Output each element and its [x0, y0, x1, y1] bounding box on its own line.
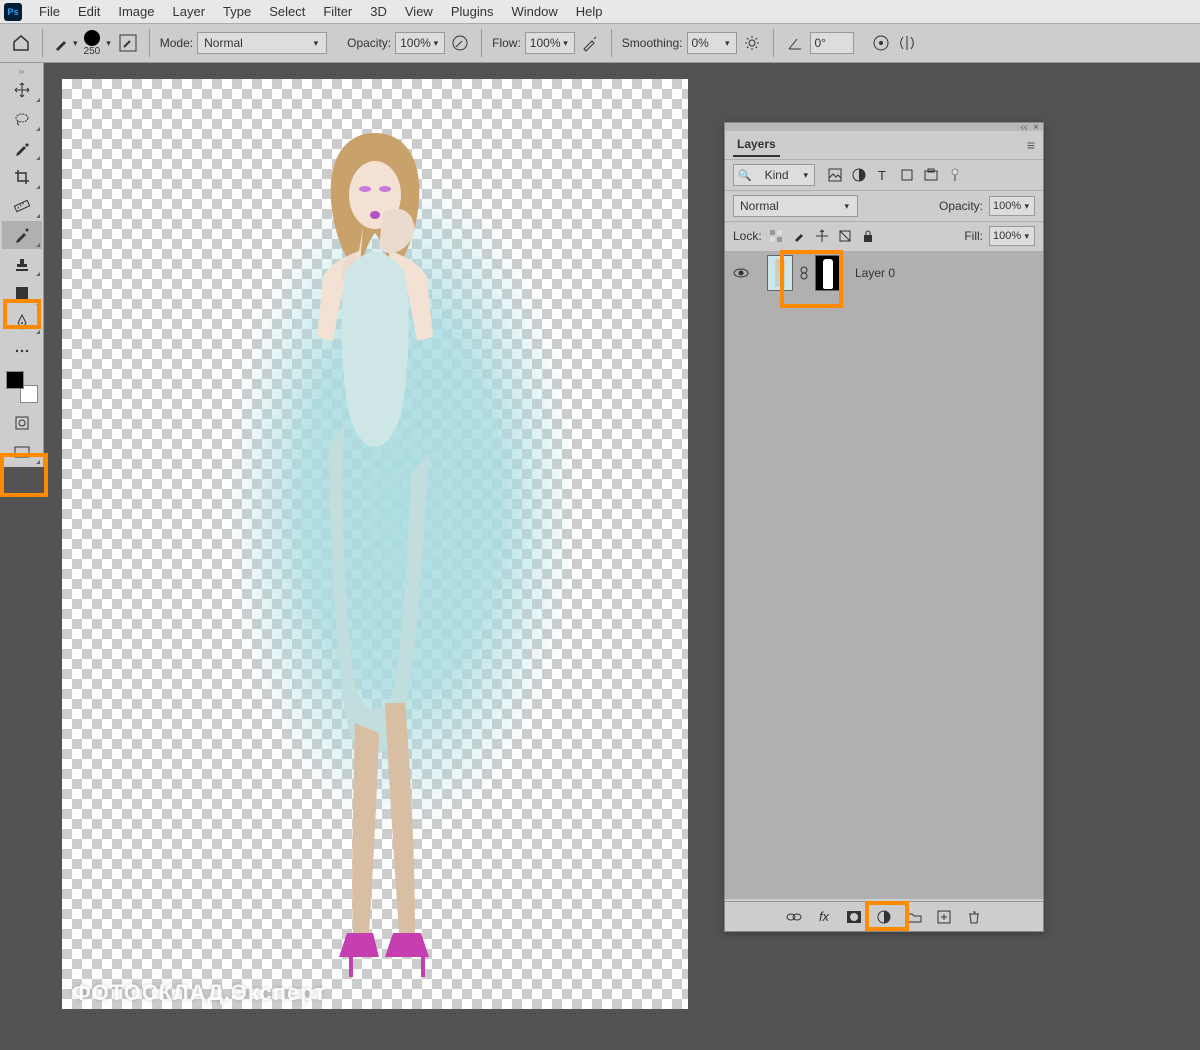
layer-opacity-input[interactable]: 100%▾ [989, 196, 1035, 216]
close-panel-button[interactable]: × [1033, 122, 1039, 133]
filter-adjustment-icon[interactable] [851, 167, 867, 183]
filter-toggle-icon[interactable] [947, 167, 963, 183]
document-canvas[interactable] [62, 79, 688, 1009]
layer-blend-mode-select[interactable]: Normal▾ [733, 195, 858, 217]
add-mask-button[interactable] [845, 908, 863, 926]
lasso-tool[interactable] [2, 105, 42, 133]
lock-all-icon[interactable] [860, 228, 876, 244]
opacity-input[interactable]: 100%▾ [395, 32, 445, 54]
foreground-color-swatch[interactable] [6, 371, 24, 389]
visibility-toggle[interactable] [733, 267, 749, 279]
menu-layer[interactable]: Layer [164, 4, 215, 19]
layer-list: Layer 0 [725, 251, 1043, 899]
brush-size-value: 250 [84, 46, 101, 57]
opacity-pressure-toggle[interactable] [449, 32, 471, 54]
brush-preset-picker[interactable]: ▾ 250 ▾ [53, 30, 113, 57]
layer-thumbnail[interactable] [767, 255, 793, 291]
brush-panel-toggle[interactable] [117, 32, 139, 54]
group-button[interactable] [905, 908, 923, 926]
layer-name[interactable]: Layer 0 [855, 266, 895, 280]
watermark-text: ФОТОСКЛАД.Эксперт [72, 980, 326, 1006]
menu-3d[interactable]: 3D [361, 4, 396, 19]
opacity-label: Opacity: [347, 36, 391, 50]
mode-label: Mode: [160, 36, 193, 50]
layers-tab[interactable]: Layers [733, 133, 780, 157]
brush-tip-icon [84, 30, 100, 46]
flow-label: Flow: [492, 36, 521, 50]
panel-menu-button[interactable]: ≡ [1027, 137, 1035, 153]
crop-tool[interactable] [2, 163, 42, 191]
layers-panel-footer: fx [725, 901, 1043, 931]
delete-layer-button[interactable] [965, 908, 983, 926]
flow-input[interactable]: 100%▾ [525, 32, 575, 54]
filter-smartobject-icon[interactable] [923, 167, 939, 183]
menu-view[interactable]: View [396, 4, 442, 19]
link-layers-button[interactable] [785, 908, 803, 926]
smoothing-label: Smoothing: [622, 36, 683, 50]
smoothing-input[interactable]: 0%▾ [687, 32, 737, 54]
ruler-tool[interactable] [2, 192, 42, 220]
color-swatches[interactable] [4, 369, 40, 405]
fill-label: Fill: [964, 229, 983, 243]
angle-icon [784, 32, 806, 54]
chevron-down-icon: ▾ [106, 38, 111, 49]
filter-type-icon[interactable]: T [875, 167, 891, 183]
layers-panel: ‹‹ × Layers ≡ 🔍Kind▾ T Normal▾ Opacity: … [724, 122, 1044, 932]
smoothing-options-button[interactable] [741, 32, 763, 54]
stamp-tool[interactable] [2, 250, 42, 278]
chevron-down-icon: ▾ [73, 38, 78, 49]
move-tool[interactable] [2, 76, 42, 104]
svg-text:T: T [878, 168, 886, 182]
pen-tool[interactable] [2, 308, 42, 336]
lock-transparency-icon[interactable] [768, 228, 784, 244]
collapse-toolbar-button[interactable]: ›› [0, 67, 43, 75]
lock-label: Lock: [733, 229, 762, 243]
filter-shape-icon[interactable] [899, 167, 915, 183]
home-button[interactable] [10, 32, 32, 54]
adjustment-layer-button[interactable] [875, 908, 893, 926]
airbrush-toggle[interactable] [579, 32, 601, 54]
figure-silhouette [235, 123, 515, 1003]
quickmask-toggle[interactable] [2, 409, 42, 437]
lock-pixels-icon[interactable] [791, 228, 807, 244]
menu-help[interactable]: Help [567, 4, 612, 19]
menu-filter[interactable]: Filter [314, 4, 361, 19]
tools-panel: ›› [0, 63, 44, 467]
blend-mode-select[interactable]: Normal▾ [197, 32, 327, 54]
collapse-panel-button[interactable]: ‹‹ [1020, 122, 1027, 133]
brush-angle-input[interactable]: 0° [810, 32, 854, 54]
eyedropper-tool[interactable] [2, 134, 42, 162]
layer-kind-filter[interactable]: 🔍Kind▾ [733, 164, 815, 186]
menu-file[interactable]: File [30, 4, 69, 19]
layer-fill-input[interactable]: 100%▾ [989, 226, 1035, 246]
menu-type[interactable]: Type [214, 4, 260, 19]
menu-select[interactable]: Select [260, 4, 314, 19]
more-tools[interactable] [2, 337, 42, 365]
new-layer-button[interactable] [935, 908, 953, 926]
menu-edit[interactable]: Edit [69, 4, 109, 19]
layer-row[interactable]: Layer 0 [725, 251, 1043, 295]
size-pressure-toggle[interactable] [870, 32, 892, 54]
filter-pixel-icon[interactable] [827, 167, 843, 183]
menu-window[interactable]: Window [502, 4, 566, 19]
screenmode-toggle[interactable] [2, 438, 42, 466]
app-icon: Ps [4, 3, 22, 21]
lock-position-icon[interactable] [814, 228, 830, 244]
brush-tool[interactable] [2, 221, 42, 249]
mask-link-icon[interactable] [799, 266, 809, 280]
gradient-tool[interactable] [2, 279, 42, 307]
menu-plugins[interactable]: Plugins [442, 4, 503, 19]
layer-mask-thumbnail[interactable] [815, 255, 841, 291]
options-bar: ▾ 250 ▾ Mode: Normal▾ Opacity: 100%▾ Flo… [0, 23, 1200, 63]
menu-image[interactable]: Image [109, 4, 163, 19]
main-menu-bar: Ps File Edit Image Layer Type Select Fil… [0, 0, 1200, 23]
layer-effects-button[interactable]: fx [815, 908, 833, 926]
lock-artboard-icon[interactable] [837, 228, 853, 244]
layer-opacity-label: Opacity: [939, 199, 983, 213]
symmetry-toggle[interactable] [896, 32, 918, 54]
